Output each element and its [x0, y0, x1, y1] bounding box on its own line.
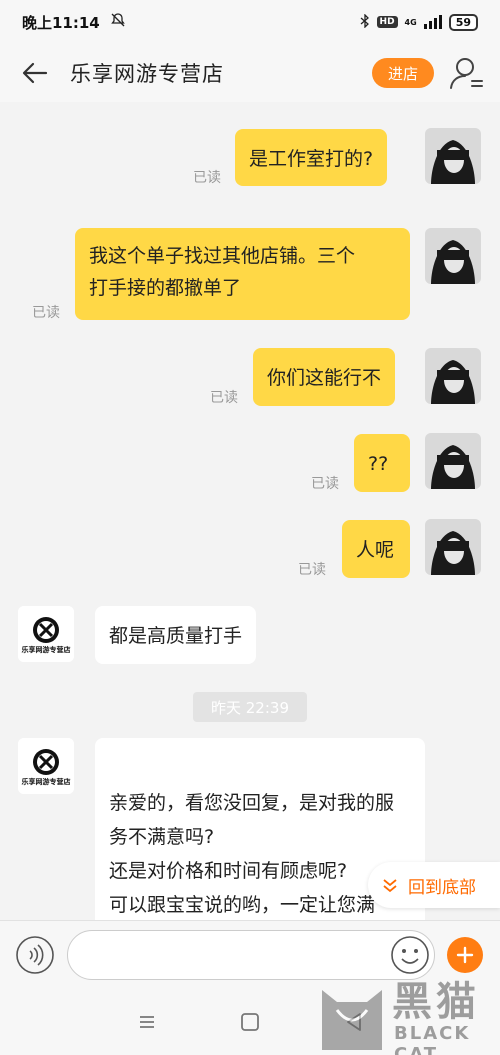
avatar-self[interactable] [425, 228, 481, 284]
menu-button[interactable] [133, 1008, 161, 1036]
plus-icon [456, 946, 474, 964]
double-chevron-down-icon [383, 879, 397, 893]
enter-store-button[interactable]: 进店 [372, 58, 434, 88]
read-status: 已读 [193, 170, 221, 186]
avatar-caption: 乐享网游专营店 [21, 778, 71, 786]
message-text: 你们这能行不 [267, 367, 382, 389]
avatar-caption: 乐享网游专营店 [21, 646, 71, 654]
watermark-cn: 黑猫 [392, 979, 480, 1025]
avatar-self[interactable] [425, 348, 481, 404]
message-text: 我这个单子找过其他店铺。三个 打手接的都撤单了 [89, 245, 356, 299]
watermark-en: BLACK CAT [394, 1023, 471, 1055]
message-text: 人呢 [356, 539, 395, 561]
message-text: 亲爱的，看您没回复，是对我的服务不满意吗? 还是对价格和时间有顾虑呢? 可以跟宝… [109, 792, 395, 916]
status-bar: 晚上11:14 HD 4G 59 [0, 0, 500, 44]
hd-badge: HD [376, 16, 398, 28]
avatar-self[interactable] [425, 433, 481, 489]
watermark: 黑猫 BLACK CAT [312, 965, 500, 1055]
voice-button[interactable] [15, 935, 55, 975]
chat-header: 乐享网游专营店 进店 [0, 44, 500, 102]
avatar-self[interactable] [425, 519, 481, 575]
read-status: 已读 [298, 562, 326, 578]
read-status: 已读 [210, 390, 238, 406]
message-bubble-self[interactable]: 你们这能行不 [253, 348, 396, 406]
network-type: 4G [404, 17, 417, 27]
scroll-to-bottom-button[interactable]: 回到底部 [368, 862, 500, 908]
message-bubble-self[interactable]: 我这个单子找过其他店铺。三个 打手接的都撤单了 [75, 228, 410, 320]
message-text: ?? [368, 453, 389, 475]
scroll-to-bottom-label: 回到底部 [408, 877, 476, 898]
avatar-self[interactable] [425, 128, 481, 184]
user-profile-button[interactable] [448, 54, 486, 92]
signal-icon [423, 15, 442, 29]
arrow-left-icon [22, 62, 48, 84]
status-time: 晚上11:14 [22, 13, 100, 32]
voice-icon [16, 936, 54, 974]
battery-indicator: 59 [448, 13, 478, 31]
square-icon [241, 1013, 259, 1031]
message-text: 都是高质量打手 [109, 625, 243, 647]
read-status: 已读 [32, 305, 60, 321]
avatar-shop[interactable]: 乐享网游专营店 [18, 738, 74, 794]
message-text: 是工作室打的? [249, 148, 374, 170]
bell-off-icon [110, 12, 126, 32]
cat-logo-icon [322, 990, 382, 1050]
user-icon [450, 58, 483, 89]
menu-icon [140, 1016, 154, 1028]
bluetooth-icon [360, 12, 370, 31]
back-button[interactable] [0, 44, 70, 102]
avatar-shop[interactable]: 乐享网游专营店 [18, 606, 74, 662]
message-bubble-self[interactable]: ?? [354, 434, 410, 492]
message-bubble-self[interactable]: 人呢 [342, 520, 410, 578]
message-bubble-other[interactable]: 都是高质量打手 [95, 606, 257, 664]
message-list[interactable]: 是工作室打的? 已读 我这个单子找过其他店铺。三个 打手接的都撤单了 已读 你们这… [0, 102, 500, 920]
message-bubble-self[interactable]: 是工作室打的? [235, 129, 388, 186]
read-status: 已读 [311, 476, 339, 492]
time-divider: 昨天 22:39 [193, 692, 307, 722]
page-title: 乐享网游专营店 [70, 62, 224, 86]
home-button[interactable] [236, 1008, 264, 1036]
